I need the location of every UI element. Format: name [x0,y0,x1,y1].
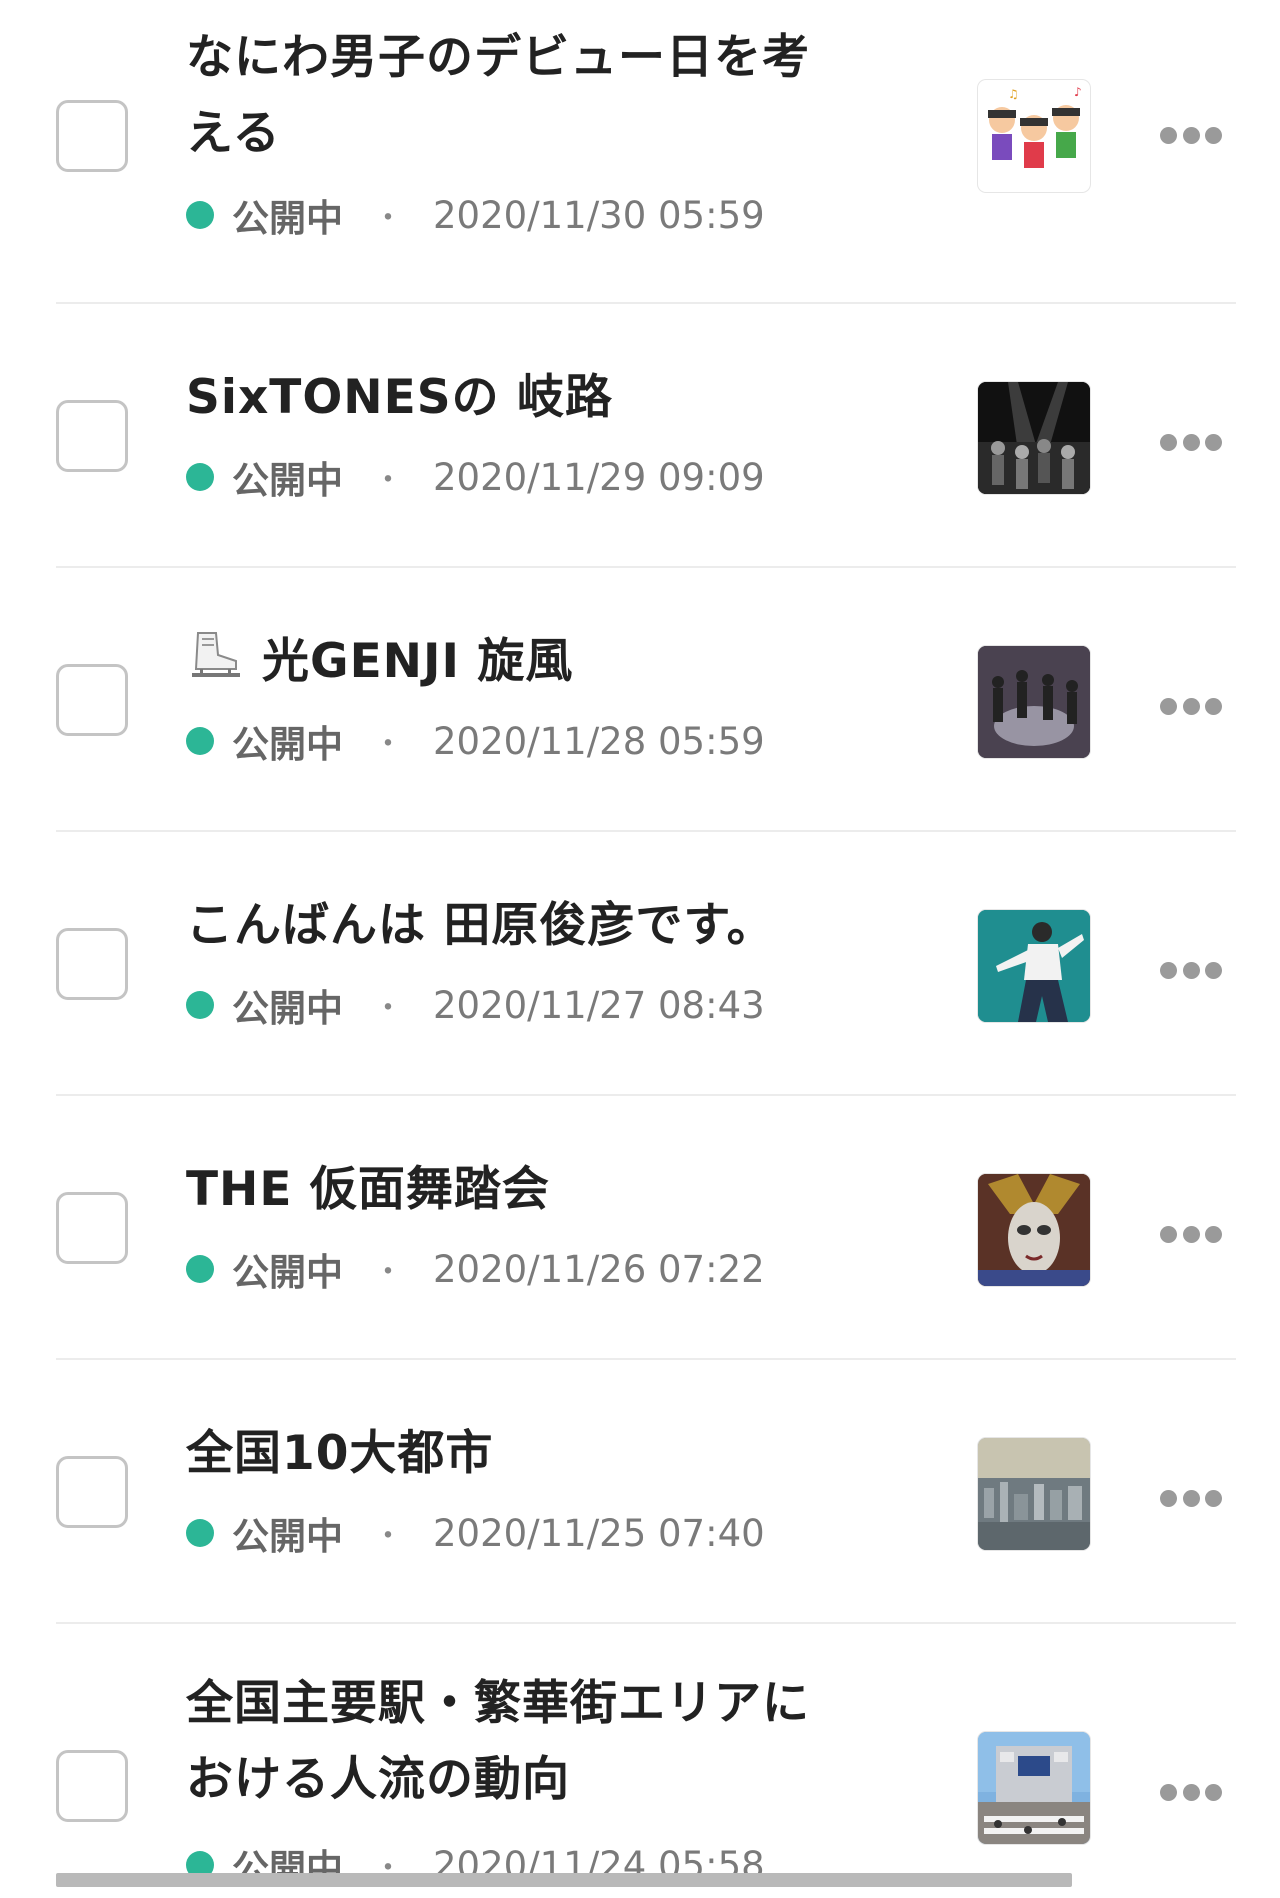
more-options-icon[interactable] [1160,1782,1222,1802]
article-title-line: 全国主要駅・繁華街エリアに [186,1676,810,1731]
status-label: 公開中 [232,459,343,502]
article-title-text: 光GENJI 旋風 [262,634,574,689]
article-title[interactable]: SixTONESの 岐路 [186,360,886,436]
publish-date: 2020/11/26 07:22 [433,1247,765,1291]
article-title-line: おける人流の動向 [186,1752,570,1807]
publish-date: 2020/11/27 08:43 [433,983,765,1027]
article-title-line: える [186,106,281,161]
more-options-icon[interactable] [1160,1488,1222,1508]
article-title[interactable]: THE 仮面舞踏会 [186,1152,886,1228]
select-checkbox[interactable] [56,1192,128,1264]
article-title[interactable]: 全国10大都市 [186,1416,886,1492]
status-dot-icon [186,727,214,755]
meta-separator: ・ [373,1255,403,1290]
status-label: 公開中 [232,197,343,240]
ice-skate-icon [192,632,240,677]
more-options-icon[interactable] [1160,696,1222,716]
article-meta: 公開中 ・ 2020/11/27 08:43 [186,980,765,1030]
meta-separator: ・ [373,727,403,762]
publish-date: 2020/11/28 05:59 [433,719,765,763]
select-checkbox[interactable] [56,100,128,172]
article-title[interactable]: 全国主要駅・繁華街エリアに おける人流の動向 [186,1666,886,1818]
meta-separator: ・ [373,201,403,236]
meta-separator: ・ [373,991,403,1026]
publish-date: 2020/11/29 09:09 [433,455,765,499]
status-dot-icon [186,1255,214,1283]
horizontal-scrollbar[interactable] [56,1873,1072,1887]
article-meta: 公開中 ・ 2020/11/28 05:59 [186,716,765,766]
more-options-icon[interactable] [1160,432,1222,452]
cartoon-boys-icon[interactable]: ♫ ♪ [978,80,1090,192]
article-meta: 公開中 ・ 2020/11/30 05:59 [186,190,765,240]
publish-date: 2020/11/25 07:40 [433,1511,765,1555]
select-checkbox[interactable] [56,1750,128,1822]
article-meta: 公開中 ・ 2020/11/25 07:40 [186,1508,765,1558]
svg-text:♪: ♪ [1074,85,1082,99]
article-title[interactable]: なにわ男子のデビュー日を考 える [186,20,886,172]
list-item[interactable]: 全国主要駅・繁華街エリアに おける人流の動向 公開中 ・ 2020/11/24 … [0,1624,1280,1898]
status-label: 公開中 [232,723,343,766]
meta-separator: ・ [373,1519,403,1554]
status-dot-icon [186,201,214,229]
list-item[interactable]: 全国10大都市 公開中 ・ 2020/11/25 07:40 [0,1360,1280,1622]
select-checkbox[interactable] [56,664,128,736]
more-options-icon[interactable] [1160,1224,1222,1244]
select-checkbox[interactable] [56,400,128,472]
status-dot-icon [186,1519,214,1547]
publish-date: 2020/11/30 05:59 [433,193,765,237]
list-item[interactable]: SixTONESの 岐路 公開中 ・ 2020/11/29 09:09 [0,304,1280,566]
dancer-illustration-icon[interactable] [978,910,1090,1022]
meta-separator: ・ [373,463,403,498]
article-meta: 公開中 ・ 2020/11/29 09:09 [186,452,765,502]
status-label: 公開中 [232,1515,343,1558]
status-dot-icon [186,991,214,1019]
list-item[interactable]: THE 仮面舞踏会 公開中 ・ 2020/11/26 07:22 [0,1096,1280,1358]
more-options-icon[interactable] [1160,960,1222,980]
article-title[interactable]: 光GENJI 旋風 [186,624,886,700]
svg-text:♫: ♫ [1008,87,1019,101]
more-options-icon[interactable] [1160,125,1222,145]
list-item[interactable]: 光GENJI 旋風 公開中 ・ 2020/11/28 05:59 [0,568,1280,830]
list-item[interactable]: こんばんは 田原俊彦です。 公開中 ・ 2020/11/27 08:43 [0,832,1280,1094]
article-list: なにわ男子のデビュー日を考 える 公開中 ・ 2020/11/30 05:59 … [0,0,1280,1898]
select-checkbox[interactable] [56,928,128,1000]
status-label: 公開中 [232,1251,343,1294]
venetian-mask-icon[interactable] [978,1174,1090,1286]
status-label: 公開中 [232,987,343,1030]
concert-crowd-icon[interactable] [978,382,1090,494]
shibuya-crossing-icon[interactable] [978,1732,1090,1844]
list-item[interactable]: なにわ男子のデビュー日を考 える 公開中 ・ 2020/11/30 05:59 … [0,0,1280,300]
article-title-line: なにわ男子のデビュー日を考 [186,30,810,85]
status-dot-icon [186,463,214,491]
dancers-stage-icon[interactable] [978,646,1090,758]
article-title[interactable]: こんばんは 田原俊彦です。 [186,888,886,964]
city-skyline-icon[interactable] [978,1438,1090,1550]
select-checkbox[interactable] [56,1456,128,1528]
article-meta: 公開中 ・ 2020/11/26 07:22 [186,1244,765,1294]
